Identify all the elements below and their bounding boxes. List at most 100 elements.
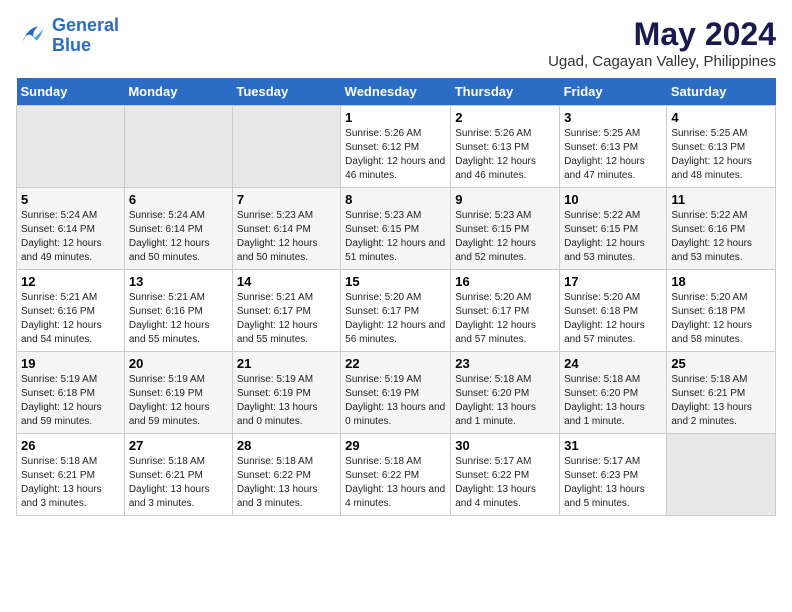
day-info: Sunrise: 5:17 AMSunset: 6:23 PMDaylight:… xyxy=(564,455,662,511)
calendar-week-row: 26 Sunrise: 5:18 AMSunset: 6:21 PMDayligh… xyxy=(17,434,776,516)
day-info: Sunrise: 5:20 AMSunset: 6:17 PMDaylight:… xyxy=(455,291,555,347)
calendar-week-row: 19Sunrise: 5:19 AMSunset: 6:18 PMDayligh… xyxy=(17,352,776,434)
calendar-cell: 24 Sunrise: 5:18 AMSunset: 6:20 PMDayligh… xyxy=(560,352,667,434)
calendar-cell: 12Sunrise: 5:21 AMSunset: 6:16 PMDayligh… xyxy=(17,270,125,352)
day-info: Sunrise: 5:20 AMSunset: 6:17 PMDaylight:… xyxy=(345,291,446,347)
day-info: Sunrise: 5:23 AMSunset: 6:15 PMDaylight:… xyxy=(455,209,555,265)
day-number: 12 xyxy=(21,274,120,289)
day-number: 28 xyxy=(237,438,336,453)
calendar-cell: 10Sunrise: 5:22 AMSunset: 6:15 PMDayligh… xyxy=(560,188,667,270)
day-number: 21 xyxy=(237,356,336,371)
calendar-cell: 11 Sunrise: 5:22 AMSunset: 6:16 PMDayligh… xyxy=(667,188,776,270)
day-info: Sunrise: 5:23 AMSunset: 6:14 PMDaylight:… xyxy=(237,209,336,265)
calendar-cell: 27Sunrise: 5:18 AMSunset: 6:21 PMDayligh… xyxy=(124,434,232,516)
day-info: Sunrise: 5:18 AMSunset: 6:20 PMDaylight:… xyxy=(455,373,555,429)
calendar-cell: 6 Sunrise: 5:24 AMSunset: 6:14 PMDaylight… xyxy=(124,188,232,270)
day-info: Sunrise: 5:17 AMSunset: 6:22 PMDaylight:… xyxy=(455,455,555,511)
title-block: May 2024 Ugad, Cagayan Valley, Philippin… xyxy=(548,16,776,70)
day-info: Sunrise: 5:18 AMSunset: 6:21 PMDaylight:… xyxy=(21,455,120,511)
calendar-cell: 31 Sunrise: 5:17 AMSunset: 6:23 PMDayligh… xyxy=(560,434,667,516)
calendar-cell: 17 Sunrise: 5:20 AMSunset: 6:18 PMDayligh… xyxy=(560,270,667,352)
day-info: Sunrise: 5:24 AMSunset: 6:14 PMDaylight:… xyxy=(129,209,228,265)
day-number: 3 xyxy=(564,110,662,125)
calendar-cell: 15 Sunrise: 5:20 AMSunset: 6:17 PMDayligh… xyxy=(341,270,451,352)
day-info: Sunrise: 5:19 AMSunset: 6:19 PMDaylight:… xyxy=(129,373,228,429)
day-number: 1 xyxy=(345,110,446,125)
day-info: Sunrise: 5:18 AMSunset: 6:22 PMDaylight:… xyxy=(237,455,336,511)
weekday-header-saturday: Saturday xyxy=(667,78,776,106)
calendar-cell: 26 Sunrise: 5:18 AMSunset: 6:21 PMDayligh… xyxy=(17,434,125,516)
calendar-cell: 7Sunrise: 5:23 AMSunset: 6:14 PMDaylight… xyxy=(232,188,340,270)
day-info: Sunrise: 5:25 AMSunset: 6:13 PMDaylight:… xyxy=(671,127,771,183)
calendar-cell: 20 Sunrise: 5:19 AMSunset: 6:19 PMDayligh… xyxy=(124,352,232,434)
day-number: 25 xyxy=(671,356,771,371)
day-number: 14 xyxy=(237,274,336,289)
day-info: Sunrise: 5:26 AMSunset: 6:13 PMDaylight:… xyxy=(455,127,555,183)
day-info: Sunrise: 5:20 AMSunset: 6:18 PMDaylight:… xyxy=(564,291,662,347)
day-number: 18 xyxy=(671,274,771,289)
day-number: 11 xyxy=(671,192,771,207)
calendar-week-row: 12 Sunrise: 5:21 AMSunset: 6:16 PMDayligh… xyxy=(17,270,776,352)
day-number: 23 xyxy=(455,356,555,371)
day-number: 8 xyxy=(345,192,446,207)
calendar-cell: 1 Sunrise: 5:26 AMSunset: 6:12 PMDaylight… xyxy=(341,106,451,188)
day-info: Sunrise: 5:21 AMSunset: 6:16 PMDaylight:… xyxy=(129,291,228,347)
calendar-cell: 3 Sunrise: 5:25 AMSunset: 6:13 PMDaylight… xyxy=(560,106,667,188)
calendar-cell xyxy=(124,106,232,188)
calendar-cell: 25Sunrise: 5:18 AMSunset: 6:21 PMDayligh… xyxy=(667,352,776,434)
day-info: Sunrise: 5:26 AMSunset: 6:12 PMDaylight:… xyxy=(345,127,446,183)
day-number: 13 xyxy=(129,274,228,289)
day-number: 5 xyxy=(21,192,120,207)
calendar-cell: 14 Sunrise: 5:21 AMSunset: 6:17 PMDayligh… xyxy=(232,270,340,352)
calendar-cell: 16 Sunrise: 5:20 AMSunset: 6:17 PMDayligh… xyxy=(451,270,560,352)
calendar-week-row: 5 Sunrise: 5:24 AMSunset: 6:14 PMDaylight… xyxy=(17,188,776,270)
day-info: Sunrise: 5:22 AMSunset: 6:15 PMDaylight:… xyxy=(564,209,662,265)
day-number: 17 xyxy=(564,274,662,289)
day-info: Sunrise: 5:18 AMSunset: 6:22 PMDaylight:… xyxy=(345,455,446,511)
day-info: Sunrise: 5:20 AMSunset: 6:18 PMDaylight:… xyxy=(671,291,771,347)
day-info: Sunrise: 5:21 AMSunset: 6:17 PMDaylight:… xyxy=(237,291,336,347)
weekday-header-monday: Monday xyxy=(124,78,232,106)
logo: General Blue xyxy=(16,16,119,56)
calendar-cell: 29 Sunrise: 5:18 AMSunset: 6:22 PMDayligh… xyxy=(341,434,451,516)
logo-icon xyxy=(16,20,48,52)
calendar-cell: 4 Sunrise: 5:25 AMSunset: 6:13 PMDaylight… xyxy=(667,106,776,188)
calendar-cell xyxy=(232,106,340,188)
day-info: Sunrise: 5:24 AMSunset: 6:14 PMDaylight:… xyxy=(21,209,120,265)
day-number: 20 xyxy=(129,356,228,371)
day-number: 9 xyxy=(455,192,555,207)
day-info: Sunrise: 5:18 AMSunset: 6:20 PMDaylight:… xyxy=(564,373,662,429)
calendar-cell: 22Sunrise: 5:19 AMSunset: 6:19 PMDayligh… xyxy=(341,352,451,434)
day-info: Sunrise: 5:25 AMSunset: 6:13 PMDaylight:… xyxy=(564,127,662,183)
day-number: 29 xyxy=(345,438,446,453)
calendar-cell: 8Sunrise: 5:23 AMSunset: 6:15 PMDaylight… xyxy=(341,188,451,270)
calendar-cell: 5 Sunrise: 5:24 AMSunset: 6:14 PMDaylight… xyxy=(17,188,125,270)
calendar-cell: 30 Sunrise: 5:17 AMSunset: 6:22 PMDayligh… xyxy=(451,434,560,516)
day-number: 15 xyxy=(345,274,446,289)
day-number: 16 xyxy=(455,274,555,289)
day-number: 6 xyxy=(129,192,228,207)
calendar-week-row: 1 Sunrise: 5:26 AMSunset: 6:12 PMDaylight… xyxy=(17,106,776,188)
weekday-header-thursday: Thursday xyxy=(451,78,560,106)
weekday-header-row: SundayMondayTuesdayWednesdayThursdayFrid… xyxy=(17,78,776,106)
day-number: 2 xyxy=(455,110,555,125)
day-number: 30 xyxy=(455,438,555,453)
calendar-cell: 21 Sunrise: 5:19 AMSunset: 6:19 PMDayligh… xyxy=(232,352,340,434)
day-number: 4 xyxy=(671,110,771,125)
logo-text: General Blue xyxy=(52,16,119,56)
calendar-cell: 2 Sunrise: 5:26 AMSunset: 6:13 PMDaylight… xyxy=(451,106,560,188)
day-number: 26 xyxy=(21,438,120,453)
calendar-cell xyxy=(17,106,125,188)
calendar-cell: 23 Sunrise: 5:18 AMSunset: 6:20 PMDayligh… xyxy=(451,352,560,434)
calendar-table: SundayMondayTuesdayWednesdayThursdayFrid… xyxy=(16,78,776,516)
day-number: 24 xyxy=(564,356,662,371)
calendar-title: May 2024 xyxy=(548,16,776,53)
day-info: Sunrise: 5:19 AMSunset: 6:19 PMDaylight:… xyxy=(237,373,336,429)
day-info: Sunrise: 5:22 AMSunset: 6:16 PMDaylight:… xyxy=(671,209,771,265)
weekday-header-tuesday: Tuesday xyxy=(232,78,340,106)
day-number: 31 xyxy=(564,438,662,453)
calendar-cell: 19Sunrise: 5:19 AMSunset: 6:18 PMDayligh… xyxy=(17,352,125,434)
weekday-header-friday: Friday xyxy=(560,78,667,106)
weekday-header-wednesday: Wednesday xyxy=(341,78,451,106)
calendar-cell xyxy=(667,434,776,516)
